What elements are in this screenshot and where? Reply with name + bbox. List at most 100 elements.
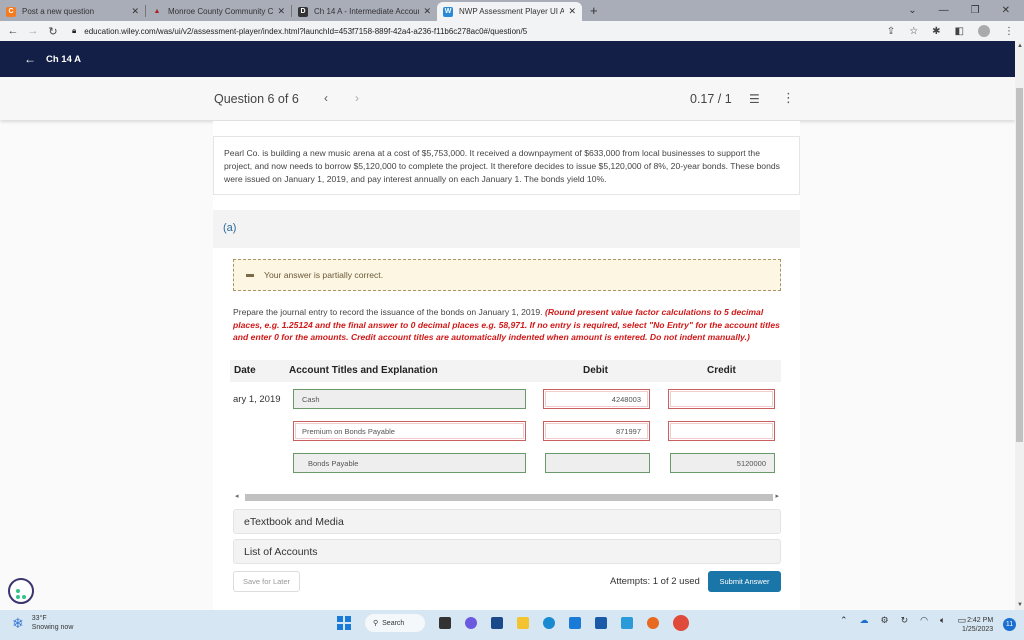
back-arrow-icon[interactable]: ←	[24, 52, 36, 66]
account-field-row-1[interactable]: Cash	[293, 389, 526, 409]
instructions: Prepare the journal entry to record the …	[233, 306, 783, 344]
debit-field-row-1[interactable]: 4248003	[543, 389, 650, 409]
app-header: ← Ch 14 A	[0, 41, 1015, 77]
clock[interactable]: 2:42 PM 1/25/2023	[962, 616, 993, 634]
browser-tab-chegg[interactable]: C Post a new question ✕	[0, 2, 145, 21]
close-window-icon[interactable]: ✕	[1002, 5, 1010, 16]
windows-taskbar: ❄ 33°F Snowing now ⚲ Search ⌃ ☁ ⚙ ↻ ◠ 🔈︎…	[0, 610, 1024, 640]
credit-field-row-2[interactable]	[668, 421, 775, 441]
notification-badge[interactable]: 11	[1003, 618, 1016, 631]
debit-value: 4248003	[611, 394, 641, 404]
reload-icon[interactable]: ↻	[46, 25, 60, 38]
score-display: 0.17 / 1	[690, 92, 732, 106]
forward-icon[interactable]: →	[26, 25, 40, 37]
profile-avatar[interactable]	[978, 25, 990, 37]
journal-table-header: Date Account Titles and Explanation Debi…	[230, 360, 781, 382]
account-value: Premium on Bonds Payable	[302, 426, 395, 436]
url-field[interactable]: 🔒︎ education.wiley.com/was/ui/v2/assessm…	[72, 26, 887, 36]
feedback-banner: Your answer is partially correct.	[233, 259, 781, 291]
credit-field-row-3[interactable]: 5120000	[670, 453, 775, 473]
taskbar-search[interactable]: ⚲ Search	[365, 614, 425, 632]
tab-label: Monroe County Community Coll	[168, 7, 274, 16]
part-header: (a)	[213, 210, 800, 248]
more-options-icon[interactable]: ⋮	[782, 90, 795, 106]
account-field-row-3[interactable]: Bonds Payable	[293, 453, 526, 473]
browser-tab-mccc[interactable]: ▲ Monroe County Community Coll ✕	[146, 2, 291, 21]
account-value: Cash	[302, 394, 320, 404]
tab-label: Ch 14 A - Intermediate Accountin	[314, 7, 420, 16]
close-tab-icon[interactable]: ✕	[277, 6, 285, 17]
assignment-title-link[interactable]: Ch 14 A	[46, 54, 81, 65]
temperature: 33°F	[31, 615, 47, 622]
question-nav-bar: Question 6 of 6 ‹ › 0.17 / 1 ☰ ⋮	[0, 77, 1015, 120]
back-icon[interactable]: ←	[6, 25, 20, 37]
scroll-up-icon[interactable]: ▲	[1017, 43, 1023, 49]
share-icon[interactable]: ⇪	[887, 26, 895, 37]
account-field-row-2[interactable]: Premium on Bonds Payable	[293, 421, 526, 441]
minimize-icon[interactable]: —	[939, 5, 949, 16]
remote-desktop-icon[interactable]	[621, 617, 633, 629]
page-scrollbar[interactable]: ▲ ▼	[1015, 41, 1024, 610]
show-hidden-icons[interactable]: ⌃	[840, 615, 848, 626]
close-tab-icon[interactable]: ✕	[423, 6, 431, 17]
maps-icon[interactable]	[647, 617, 659, 629]
bookmark-star-icon[interactable]: ☆	[909, 26, 918, 37]
header-date: Date	[234, 365, 256, 376]
browser-tab-bar: C Post a new question ✕ ▲ Monroe County …	[0, 0, 1024, 21]
task-view-icon[interactable]	[439, 617, 451, 629]
teams-chat-icon[interactable]	[465, 617, 477, 629]
partial-correct-icon	[246, 273, 254, 277]
scroll-down-icon[interactable]: ▼	[1017, 602, 1023, 608]
cookie-settings-icon[interactable]	[8, 578, 34, 604]
restore-icon[interactable]: ❐	[971, 5, 980, 16]
tab-label: NWP Assessment Player UI Appli	[459, 7, 565, 16]
list-of-accounts-panel[interactable]: List of Accounts	[233, 539, 781, 564]
system-tray: ⌃ ☁ ⚙ ↻ ◠ 🔈︎ ▭	[840, 615, 966, 626]
account-value: Bonds Payable	[308, 458, 359, 468]
file-explorer-icon[interactable]	[517, 617, 529, 629]
search-icon: ⚲	[373, 620, 379, 627]
mail-icon[interactable]	[595, 617, 607, 629]
debit-field-row-3[interactable]	[545, 453, 650, 473]
app-tray-icon[interactable]: ⚙	[881, 615, 889, 626]
browser-tab-wiley[interactable]: W NWP Assessment Player UI Appli ✕	[437, 2, 582, 21]
close-tab-icon[interactable]: ✕	[568, 6, 576, 17]
volume-icon[interactable]: 🔈︎	[940, 615, 945, 626]
scroll-right-icon[interactable]: ▸	[775, 492, 779, 500]
lockdown-browser-icon[interactable]	[569, 617, 581, 629]
edge-icon[interactable]	[543, 617, 555, 629]
debit-field-row-2[interactable]: 871997	[543, 421, 650, 441]
scrollbar-thumb[interactable]	[1016, 88, 1023, 442]
chrome-icon[interactable]	[673, 615, 689, 631]
next-question-button[interactable]: ›	[355, 91, 359, 105]
side-panel-icon[interactable]: ◧	[955, 26, 964, 37]
close-tab-icon[interactable]: ✕	[131, 6, 139, 17]
sync-icon[interactable]: ↻	[901, 615, 909, 626]
browser-menu-icon[interactable]: ⋮	[1004, 26, 1014, 37]
extensions-icon[interactable]: ✱	[932, 26, 940, 37]
wifi-icon[interactable]: ◠	[920, 615, 928, 626]
start-button[interactable]	[337, 616, 351, 630]
save-for-later-button[interactable]: Save for Later	[233, 571, 300, 592]
lock-icon: 🔒︎	[72, 26, 77, 35]
snowflake-icon: ❄	[12, 614, 24, 631]
question-list-icon[interactable]: ☰	[749, 92, 760, 106]
store-icon[interactable]	[491, 617, 503, 629]
onedrive-icon[interactable]: ☁	[860, 615, 869, 626]
credit-value: 5120000	[736, 458, 766, 468]
scrollbar-thumb[interactable]	[245, 494, 773, 501]
credit-field-row-1[interactable]	[668, 389, 775, 409]
time: 2:42 PM	[967, 617, 994, 624]
weather-widget[interactable]: ❄ 33°F Snowing now	[12, 614, 73, 632]
new-tab-button[interactable]: +	[590, 3, 598, 18]
previous-question-button[interactable]: ‹	[324, 91, 328, 105]
date: 1/25/2023	[962, 626, 994, 633]
question-counter: Question 6 of 6	[214, 92, 299, 106]
etextbook-media-panel[interactable]: eTextbook and Media	[233, 509, 781, 534]
tab-search-icon[interactable]: ⌄	[908, 5, 916, 16]
submit-answer-button[interactable]: Submit Answer	[708, 571, 781, 592]
part-label: (a)	[223, 222, 237, 234]
table-horizontal-scrollbar[interactable]: ◂ ▸	[233, 492, 781, 503]
browser-tab-d2l[interactable]: D Ch 14 A - Intermediate Accountin ✕	[292, 2, 437, 21]
scroll-left-icon[interactable]: ◂	[235, 492, 239, 500]
